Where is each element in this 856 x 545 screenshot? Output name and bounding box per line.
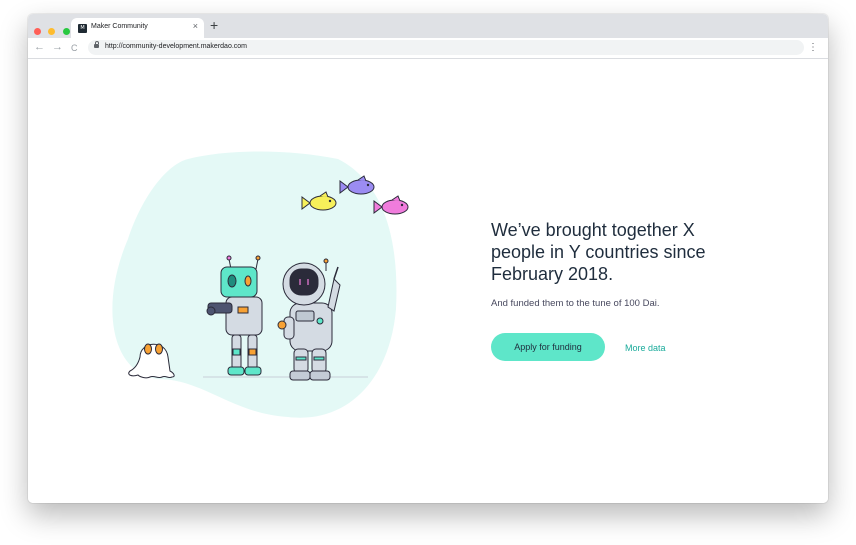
hero-subtext: And funded them to the tune of 100 Dai. [491, 298, 660, 309]
browser-window: M Maker Community × + ← → C http://commu… [28, 14, 828, 503]
astronaut-illustration [112, 151, 409, 418]
reload-icon[interactable]: C [71, 41, 78, 56]
close-window-button[interactable] [34, 28, 41, 35]
browser-toolbar: ← → C http://community-development.maker… [28, 38, 828, 59]
new-tab-icon[interactable]: + [210, 17, 218, 33]
tab-maker-community[interactable]: M Maker Community × [71, 18, 204, 38]
maximize-window-button[interactable] [62, 28, 70, 35]
minimize-window-button[interactable] [48, 28, 56, 35]
lock-icon [94, 41, 99, 48]
tab-close-icon[interactable]: × [193, 21, 198, 31]
tab-bar: M Maker Community × + [28, 14, 828, 38]
browser-menu-icon[interactable]: ⋮ [808, 40, 818, 55]
url-text: http://community-development.makerdao.co… [105, 43, 248, 50]
apply-for-funding-button[interactable]: Apply for funding [491, 333, 605, 361]
page-content: We’ve brought together X people in Y cou… [28, 59, 828, 503]
address-bar[interactable]: http://community-development.makerdao.co… [88, 40, 804, 55]
hero-headline: We’ve brought together X people in Y cou… [491, 220, 706, 284]
maker-favicon-icon: M [78, 24, 87, 33]
forward-arrow-icon[interactable]: → [52, 40, 63, 55]
back-arrow-icon[interactable]: ← [34, 40, 45, 55]
tab-title: Maker Community [91, 23, 148, 30]
more-data-link[interactable]: More data [625, 343, 666, 353]
